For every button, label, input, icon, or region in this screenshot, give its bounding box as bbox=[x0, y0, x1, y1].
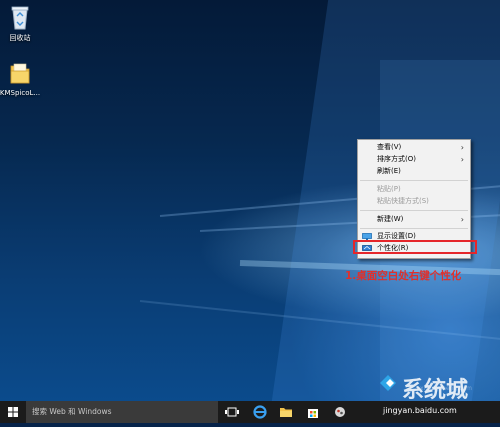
menu-item-refresh[interactable]: 刷新(E) bbox=[358, 166, 470, 177]
desktop-icon-label: 回收站 bbox=[9, 34, 31, 42]
search-input[interactable]: 搜索 Web 和 Windows bbox=[26, 401, 218, 423]
store-button[interactable] bbox=[299, 401, 327, 423]
search-placeholder: 搜索 Web 和 Windows bbox=[32, 407, 112, 416]
menu-item-paste: 粘贴(P) bbox=[358, 184, 470, 195]
chevron-right-icon: › bbox=[460, 143, 464, 152]
menu-item-label: 粘贴(P) bbox=[377, 185, 401, 193]
display-icon bbox=[362, 233, 372, 240]
menu-item-label: 查看(V) bbox=[377, 143, 402, 151]
desktop[interactable]: 回收站 KMSpicoL... 查看(V) › 排序方式(O) › 刷新(E) … bbox=[0, 0, 500, 401]
menu-item-sort-by[interactable]: 排序方式(O) › bbox=[358, 154, 470, 165]
edge-button[interactable] bbox=[246, 401, 274, 423]
app-icon bbox=[335, 407, 345, 417]
task-view-button[interactable] bbox=[218, 401, 246, 423]
file-explorer-icon bbox=[280, 408, 292, 417]
taskbar: 搜索 Web 和 Windows jingyan.baidu.com bbox=[0, 401, 500, 423]
highlight-box bbox=[353, 240, 477, 254]
app-button[interactable] bbox=[326, 401, 354, 423]
file-explorer-button[interactable] bbox=[272, 401, 300, 423]
chevron-right-icon: › bbox=[460, 215, 464, 224]
chevron-right-icon: › bbox=[460, 155, 464, 164]
watermark-url: jingyan.baidu.com bbox=[383, 406, 457, 415]
menu-item-label: 刷新(E) bbox=[377, 167, 401, 175]
start-button[interactable] bbox=[0, 401, 26, 423]
menu-separator bbox=[360, 180, 468, 181]
desktop-icon-label: KMSpicoL... bbox=[0, 89, 41, 97]
edge-icon bbox=[253, 405, 267, 419]
menu-item-label: 粘贴快捷方式(S) bbox=[377, 197, 429, 205]
watermark-sub: xitongcheng.com bbox=[420, 385, 472, 392]
menu-item-paste-shortcut: 粘贴快捷方式(S) bbox=[358, 196, 470, 207]
menu-separator bbox=[360, 228, 468, 229]
folder-icon bbox=[8, 60, 32, 86]
recycle-bin-icon bbox=[8, 4, 32, 30]
annotation-text: 1.桌面空白处右键个性化 bbox=[345, 270, 462, 282]
menu-item-label: 排序方式(O) bbox=[377, 155, 416, 163]
menu-item-view[interactable]: 查看(V) › bbox=[358, 142, 470, 153]
menu-item-label: 新建(W) bbox=[377, 215, 404, 223]
desktop-icon-recycle-bin[interactable]: 回收站 bbox=[0, 4, 44, 43]
menu-separator bbox=[360, 210, 468, 211]
task-view-icon bbox=[225, 407, 239, 417]
store-icon bbox=[308, 409, 318, 418]
desktop-icon-kmspico[interactable]: KMSpicoL... bbox=[0, 60, 44, 97]
menu-item-new[interactable]: 新建(W) › bbox=[358, 214, 470, 225]
windows-icon bbox=[8, 407, 18, 417]
